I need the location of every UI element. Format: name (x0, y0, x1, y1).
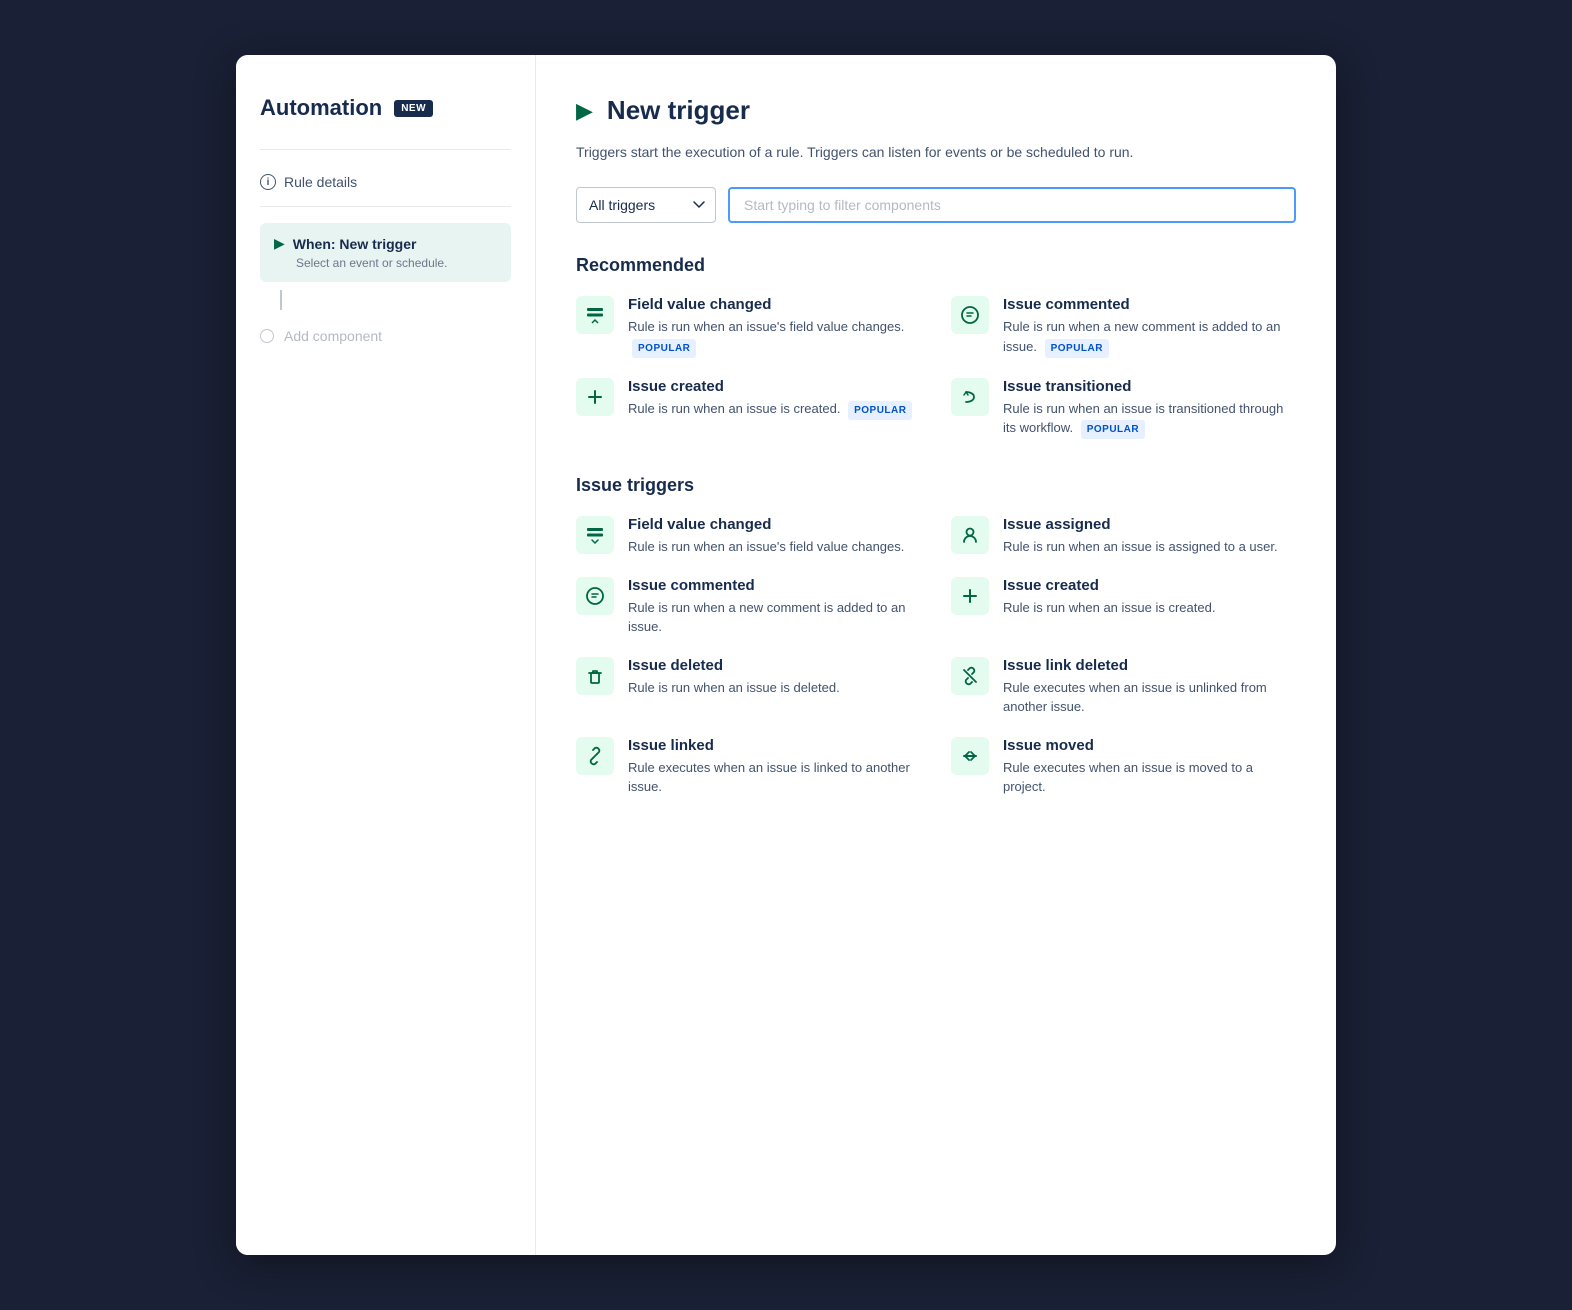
issue-assigned-desc: Rule is run when an issue is assigned to… (1003, 537, 1278, 557)
issue-commented-body-2: Issue commented Rule is run when a new c… (628, 577, 921, 637)
sidebar-divider (260, 149, 511, 150)
trigger-card-issue-deleted[interactable]: Issue deleted Rule is run when an issue … (576, 657, 921, 717)
issue-transitioned-desc: Rule is run when an issue is transitione… (1003, 399, 1296, 440)
popular-badge-3: POPULAR (848, 401, 912, 420)
main-content: ▶ New trigger Triggers start the executi… (536, 55, 1336, 1255)
trigger-card-issue-transitioned-recommended[interactable]: Issue transitioned Rule is run when an i… (951, 378, 1296, 440)
filter-row: All triggers (576, 187, 1296, 223)
issue-deleted-desc: Rule is run when an issue is deleted. (628, 678, 840, 698)
issue-deleted-icon (576, 657, 614, 695)
trigger-card-issue-link-deleted[interactable]: Issue link deleted Rule executes when an… (951, 657, 1296, 717)
field-value-desc-2: Rule is run when an issue's field value … (628, 537, 904, 557)
issue-commented-icon (951, 296, 989, 334)
popular-badge-2: POPULAR (1045, 339, 1109, 358)
field-value-desc: Rule is run when an issue's field value … (628, 317, 921, 358)
trigger-card-issue-commented[interactable]: Issue commented Rule is run when a new c… (576, 577, 921, 637)
issue-link-deleted-title: Issue link deleted (1003, 657, 1296, 674)
rule-details-item[interactable]: i Rule details (260, 166, 511, 198)
issue-link-deleted-desc: Rule executes when an issue is unlinked … (1003, 678, 1296, 717)
issue-moved-icon (951, 737, 989, 775)
issue-commented-title: Issue commented (1003, 296, 1296, 313)
issue-deleted-title: Issue deleted (628, 657, 840, 674)
recommended-title: Recommended (576, 255, 1296, 276)
issue-moved-body: Issue moved Rule executes when an issue … (1003, 737, 1296, 797)
issue-created-icon-2 (951, 577, 989, 615)
issue-transitioned-title: Issue transitioned (1003, 378, 1296, 395)
issue-created-desc: Rule is run when an issue is created. PO… (628, 399, 912, 420)
issue-commented-icon-2 (576, 577, 614, 615)
info-icon: i (260, 174, 276, 190)
new-badge: NEW (394, 100, 433, 117)
trigger-card-issue-created-recommended[interactable]: Issue created Rule is run when an issue … (576, 378, 921, 440)
trigger-card-issue-moved[interactable]: Issue moved Rule executes when an issue … (951, 737, 1296, 797)
issue-linked-desc: Rule executes when an issue is linked to… (628, 758, 921, 797)
issue-deleted-body: Issue deleted Rule is run when an issue … (628, 657, 840, 698)
trigger-item[interactable]: ▶ When: New trigger Select an event or s… (260, 223, 511, 282)
field-value-body-2: Field value changed Rule is run when an … (628, 516, 904, 557)
field-value-title: Field value changed (628, 296, 921, 313)
play-icon: ▶ (274, 235, 285, 252)
issue-created-desc-2: Rule is run when an issue is created. (1003, 598, 1215, 618)
trigger-connector (280, 290, 282, 310)
issue-created-title: Issue created (628, 378, 912, 395)
page-description: Triggers start the execution of a rule. … (576, 142, 1296, 163)
recommended-section: Recommended Field value changed (576, 255, 1296, 439)
trigger-card-issue-commented-recommended[interactable]: Issue commented Rule is run when a new c… (951, 296, 1296, 358)
filter-input[interactable] (728, 187, 1296, 223)
issue-linked-icon (576, 737, 614, 775)
popular-badge-4: POPULAR (1081, 420, 1145, 439)
issue-triggers-title: Issue triggers (576, 475, 1296, 496)
issue-assigned-icon (951, 516, 989, 554)
rule-details-label: Rule details (284, 174, 357, 190)
issue-created-icon (576, 378, 614, 416)
issue-commented-body: Issue commented Rule is run when a new c… (1003, 296, 1296, 358)
trigger-card-field-value[interactable]: Field value changed Rule is run when an … (576, 516, 921, 557)
field-value-title-2: Field value changed (628, 516, 904, 533)
recommended-grid: Field value changed Rule is run when an … (576, 296, 1296, 439)
issue-transitioned-icon (951, 378, 989, 416)
sidebar: Automation NEW i Rule details ▶ When: Ne… (236, 55, 536, 1255)
field-value-body: Field value changed Rule is run when an … (628, 296, 921, 358)
rule-details-divider (260, 206, 511, 207)
issue-created-body-2: Issue created Rule is run when an issue … (1003, 577, 1215, 618)
issue-assigned-body: Issue assigned Rule is run when an issue… (1003, 516, 1278, 557)
trigger-card-issue-assigned[interactable]: Issue assigned Rule is run when an issue… (951, 516, 1296, 557)
field-value-icon-2 (576, 516, 614, 554)
page-title: New trigger (607, 95, 750, 126)
issue-created-body: Issue created Rule is run when an issue … (628, 378, 912, 420)
issue-moved-desc: Rule executes when an issue is moved to … (1003, 758, 1296, 797)
issue-moved-title: Issue moved (1003, 737, 1296, 754)
issue-commented-desc-2: Rule is run when a new comment is added … (628, 598, 921, 637)
sidebar-header: Automation NEW (260, 95, 511, 121)
trigger-name: When: New trigger (293, 236, 417, 252)
field-value-icon (576, 296, 614, 334)
page-header: ▶ New trigger (576, 95, 1296, 126)
trigger-card-field-value-recommended[interactable]: Field value changed Rule is run when an … (576, 296, 921, 358)
sidebar-title: Automation (260, 95, 382, 121)
add-component-label: Add component (284, 328, 382, 344)
trigger-sub: Select an event or schedule. (274, 256, 497, 270)
issue-link-deleted-body: Issue link deleted Rule executes when an… (1003, 657, 1296, 717)
issue-triggers-grid: Field value changed Rule is run when an … (576, 516, 1296, 797)
trigger-item-header: ▶ When: New trigger (274, 235, 497, 252)
issue-transitioned-body: Issue transitioned Rule is run when an i… (1003, 378, 1296, 440)
trigger-card-issue-created[interactable]: Issue created Rule is run when an issue … (951, 577, 1296, 637)
issue-commented-title-2: Issue commented (628, 577, 921, 594)
issue-triggers-section: Issue triggers Field value changed (576, 475, 1296, 797)
trigger-card-issue-linked[interactable]: Issue linked Rule executes when an issue… (576, 737, 921, 797)
add-component[interactable]: Add component (260, 318, 511, 354)
issue-linked-body: Issue linked Rule executes when an issue… (628, 737, 921, 797)
add-circle-icon (260, 329, 274, 343)
trigger-type-select[interactable]: All triggers (576, 187, 716, 223)
issue-commented-desc: Rule is run when a new comment is added … (1003, 317, 1296, 358)
trigger-play-icon: ▶ (576, 98, 593, 124)
issue-assigned-title: Issue assigned (1003, 516, 1278, 533)
issue-link-deleted-icon (951, 657, 989, 695)
issue-linked-title: Issue linked (628, 737, 921, 754)
popular-badge: POPULAR (632, 339, 696, 358)
issue-created-title-2: Issue created (1003, 577, 1215, 594)
